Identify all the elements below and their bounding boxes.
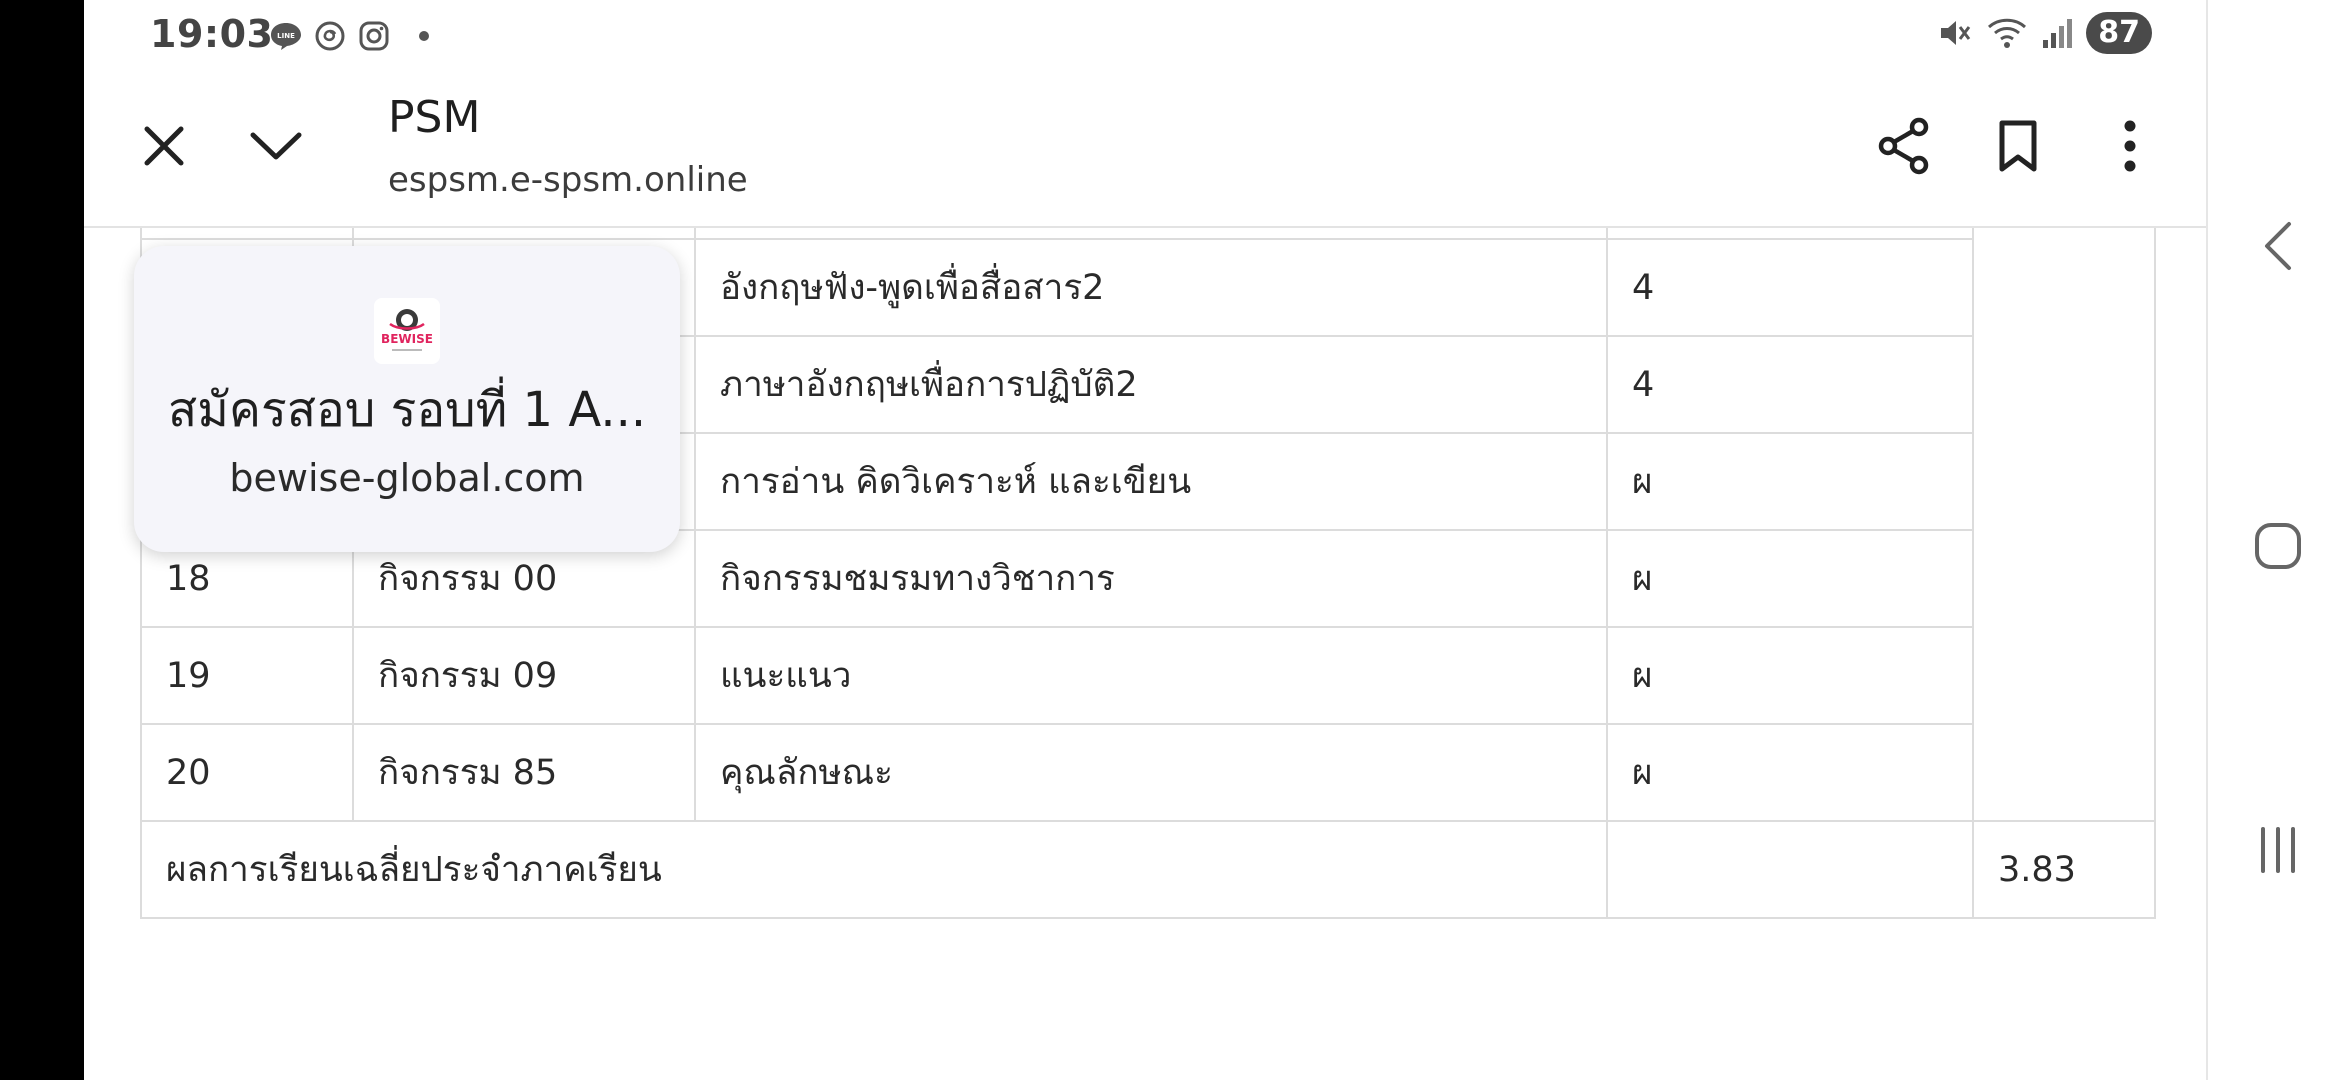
summary-empty-cell [1606,820,1974,919]
left-black-edge [0,0,84,1080]
subject-name: กิจกรรมชมรมทางวิชาการ [694,529,1608,628]
gpa-column-spacer [1972,228,2156,822]
chevron-down-icon [250,132,302,160]
row-number: 19 [140,626,354,725]
popup-domain: bewise-global.com [229,456,585,500]
recents-button[interactable] [2250,822,2306,878]
table-row [140,228,2156,822]
grade: 4 [1606,335,1974,434]
subject-name: อังกฤษฟัง-พูดเพื่อสื่อสาร2 [694,238,1608,337]
grade: ผ [1606,723,1974,822]
home-button[interactable] [2250,518,2306,574]
subject-name: การอ่าน คิดวิเคราะห์ และเขียน [694,432,1608,531]
gpa-value: 3.83 [1972,820,2156,919]
line-icon: LINE [271,23,301,50]
back-icon [2265,222,2291,270]
subject-name: แนะแนว [694,626,1608,725]
browser-toolbar: PSM espsm.e-spsm.online [84,66,2206,228]
wifi-icon [1988,18,2027,48]
bewise-logo-icon: BEWISE [381,309,433,351]
page-title: PSM [388,92,481,143]
summary-row: ผลการเรียนเฉลี่ยประจำภาคเรียน 3.83 [140,820,2156,919]
popup-title: สมัครสอบ รอบที่ 1 A... [167,382,647,438]
custom-tab-window: 19:03 LINE 87 PSM espsm.e-spsm.online อั… [84,0,2206,1080]
bookmark-icon [1999,120,2037,172]
subject-code: กิจกรรม 09 [352,626,696,725]
home-icon [2255,523,2301,569]
close-button[interactable] [134,116,194,176]
grade: 4 [1606,238,1974,337]
web-content: อังกฤษฟัง-พูดเพื่อสื่อสาร2 4 ภาษาอังกฤษเ… [84,228,2206,1080]
grade: ผ [1606,626,1974,725]
dot-icon [419,31,429,41]
mute-icon [1941,21,1971,45]
minimize-button[interactable] [246,116,306,176]
grade: ผ [1606,432,1974,531]
system-status: 87 [1936,10,2152,56]
svg-text:LINE: LINE [277,32,295,40]
link-preview-popup[interactable]: BEWISE สมัครสอบ รอบที่ 1 A... bewise-glo… [134,246,680,552]
page-url[interactable]: espsm.e-spsm.online [388,160,748,200]
close-icon [144,126,184,166]
status-bar: 19:03 LINE 87 [84,0,2206,66]
subject-name: คุณลักษณะ [694,723,1608,822]
bookmark-button[interactable] [1988,116,2048,176]
subject-code: กิจกรรม 85 [352,723,696,822]
threads-icon [315,21,345,51]
instagram-icon [359,21,389,51]
table-row: 20 กิจกรรม 85 คุณลักษณะ ผ [140,723,2155,822]
back-button[interactable] [2250,218,2306,274]
summary-label: ผลการเรียนเฉลี่ยประจำภาคเรียน [140,820,1608,919]
site-logo: BEWISE [374,298,440,364]
table-row: 19 กิจกรรม 09 แนะแนว ผ [140,626,2155,725]
svg-text:BEWISE: BEWISE [381,332,433,346]
battery-level: 87 [2086,12,2152,54]
signal-icon [2043,19,2073,48]
recents-icon [2261,827,2295,873]
more-options-button[interactable] [2100,116,2160,176]
subject-name: ภาษาอังกฤษเพื่อการปฏิบัติ2 [694,335,1608,434]
status-time: 19:03 [150,12,274,56]
share-button[interactable] [1874,116,1934,176]
grade: ผ [1606,529,1974,628]
row-number: 20 [140,723,354,822]
share-icon [1878,117,1929,175]
more-vert-icon [2124,120,2136,172]
